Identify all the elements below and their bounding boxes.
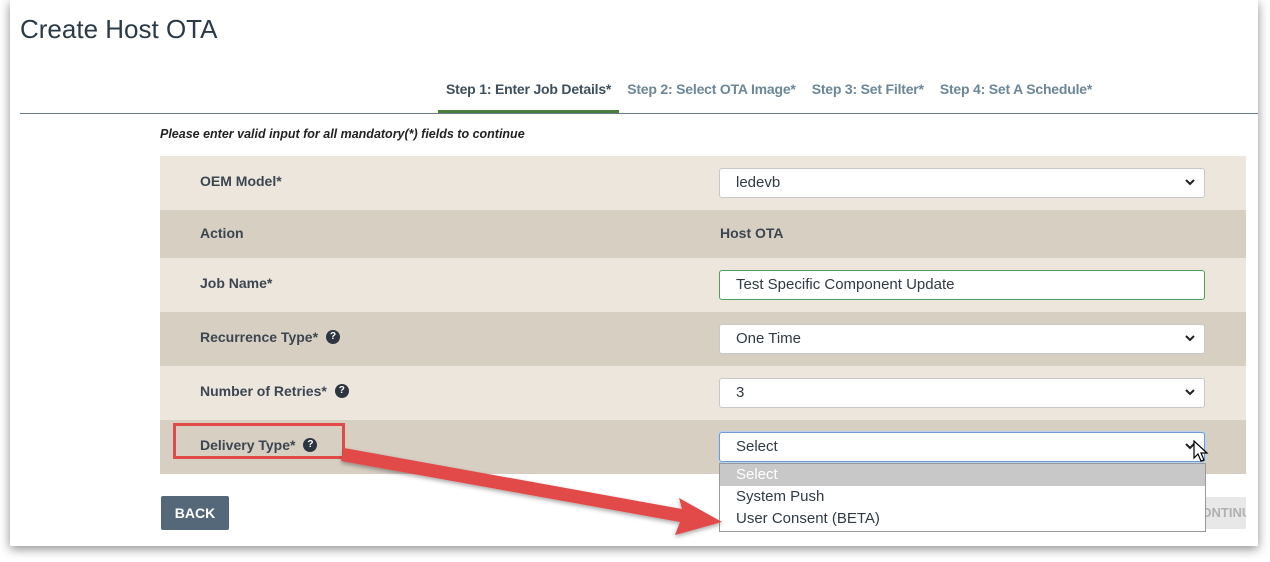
mouse-cursor-icon [1193, 440, 1209, 462]
annotation-arrow-icon [341, 448, 722, 535]
